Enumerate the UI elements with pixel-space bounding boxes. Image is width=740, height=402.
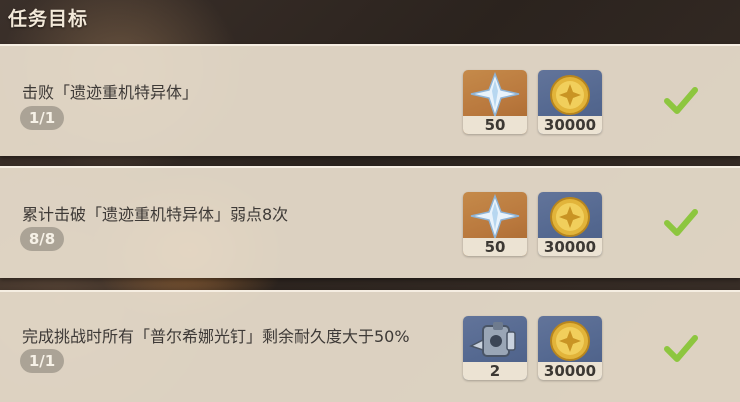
reward-mora[interactable]: 30000 — [538, 70, 602, 134]
progress-badge: 1/1 — [20, 106, 64, 130]
task-name: 完成挑战时所有「普尔希娜光钉」剩余耐久度大于50% — [22, 327, 410, 346]
section-title: 任务目标 — [8, 8, 89, 30]
task-name: 击败「遗迹重机特异体」 — [22, 83, 199, 102]
reward-count: 50 — [463, 116, 527, 134]
task-card: 击败「遗迹重机特异体」 1/1 50 30000 — [0, 44, 740, 156]
reward-mora[interactable]: 30000 — [538, 316, 602, 380]
reward-count: 2 — [463, 362, 527, 380]
reward-primogem[interactable]: 50 — [463, 192, 527, 256]
reward-gadget[interactable]: 2 — [463, 316, 527, 380]
mora-icon — [550, 197, 590, 237]
progress-badge: 1/1 — [20, 349, 64, 373]
check-icon — [664, 87, 698, 114]
reward-mora[interactable]: 30000 — [538, 192, 602, 256]
primogem-icon — [470, 193, 520, 240]
reward-count: 30000 — [538, 116, 602, 134]
task-name: 累计击破「遗迹重机特异体」弱点8次 — [22, 205, 289, 224]
check-icon — [664, 335, 698, 362]
primogem-icon — [470, 71, 520, 118]
task-card: 累计击破「遗迹重机特异体」弱点8次 8/8 50 30000 — [0, 166, 740, 278]
reward-count: 50 — [463, 238, 527, 256]
progress-badge: 8/8 — [20, 227, 64, 251]
mora-icon — [550, 75, 590, 115]
reward-primogem[interactable]: 50 — [463, 70, 527, 134]
gadget-icon — [469, 322, 516, 357]
mora-icon — [550, 321, 590, 361]
check-icon — [664, 209, 698, 236]
reward-count: 30000 — [538, 238, 602, 256]
task-card: 完成挑战时所有「普尔希娜光钉」剩余耐久度大于50% 1/1 2 30000 — [0, 290, 740, 402]
reward-count: 30000 — [538, 362, 602, 380]
